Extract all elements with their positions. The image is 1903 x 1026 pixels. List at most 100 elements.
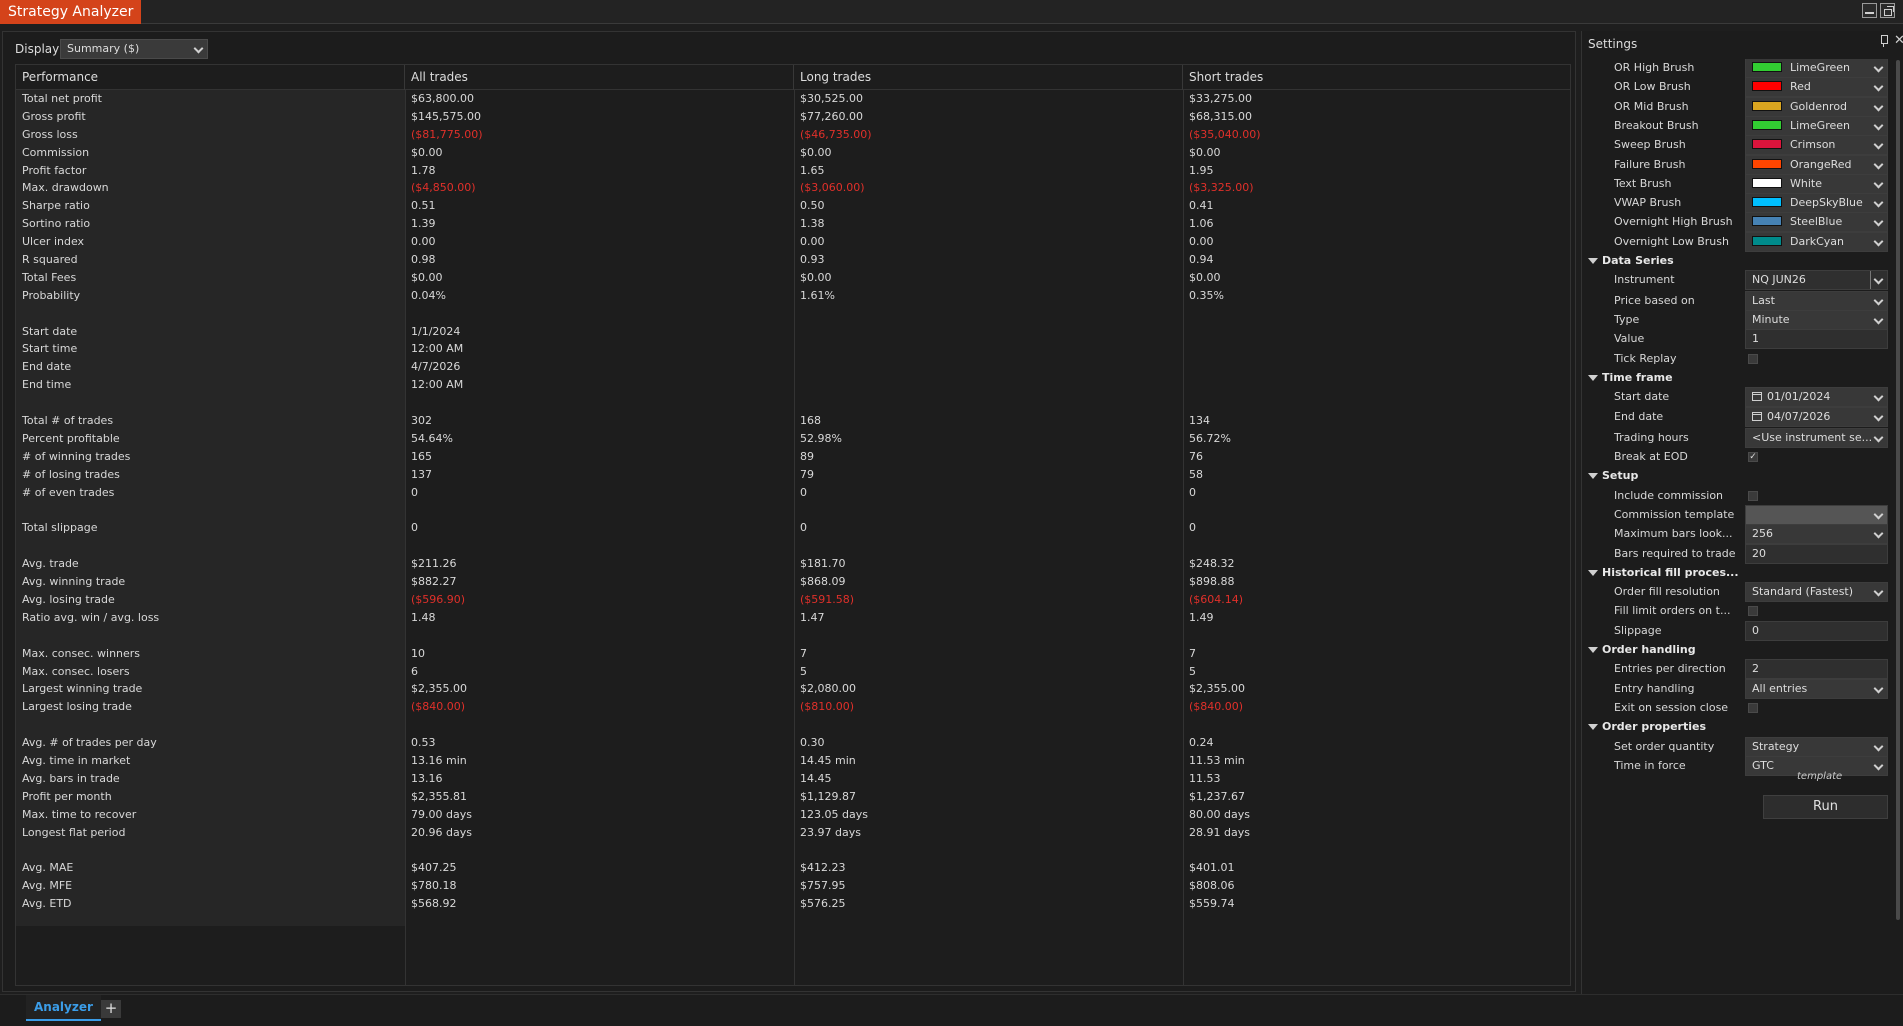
property-dropdown[interactable]: Last bbox=[1745, 290, 1888, 311]
property-checkbox[interactable] bbox=[1748, 490, 1758, 501]
date-picker[interactable]: 01/01/2024 bbox=[1745, 387, 1888, 408]
short-trades-value: 58 bbox=[1189, 467, 1203, 481]
property-dropdown[interactable]: <Use instrument se... bbox=[1745, 427, 1888, 448]
property-dropdown[interactable]: Standard (Fastest) bbox=[1745, 582, 1888, 603]
chevron-down-icon bbox=[1873, 683, 1884, 694]
collapse-triangle-icon[interactable] bbox=[1588, 724, 1598, 731]
color-dropdown[interactable]: DarkCyan bbox=[1745, 231, 1888, 252]
property-checkbox[interactable]: ✓ bbox=[1748, 452, 1758, 462]
table-row: Ulcer index 0.00 0.00 0.00 bbox=[16, 233, 1570, 251]
short-trades-value bbox=[1183, 305, 1570, 323]
color-value: SteelBlue bbox=[1790, 215, 1843, 229]
analyzer-panel: Display Summary ($) Performance All trad… bbox=[2, 31, 1576, 992]
short-trades-value: ($840.00) bbox=[1189, 700, 1244, 714]
short-trades-value: 1.06 bbox=[1189, 217, 1214, 231]
property-dropdown[interactable]: Minute bbox=[1745, 309, 1888, 330]
title-bar: Strategy Analyzer bbox=[0, 0, 1903, 24]
restore-icon[interactable] bbox=[1880, 3, 1895, 18]
all-trades-value bbox=[405, 501, 794, 519]
close-icon[interactable]: ✕ bbox=[1894, 33, 1903, 48]
collapse-triangle-icon[interactable] bbox=[1588, 647, 1598, 653]
scrollbar-thumb[interactable] bbox=[1896, 60, 1900, 920]
header-all-trades[interactable]: All trades bbox=[405, 65, 794, 90]
chevron-down-icon bbox=[1873, 411, 1884, 422]
row-label bbox=[16, 305, 405, 323]
color-dropdown[interactable]: OrangeRed bbox=[1745, 154, 1888, 175]
minimize-icon[interactable] bbox=[1862, 3, 1877, 18]
color-dropdown[interactable]: DeepSkyBlue bbox=[1745, 193, 1888, 214]
short-trades-value: $248.32 bbox=[1189, 557, 1235, 571]
grid-body: Total net profit $63,800.00 $30,525.00 $33,… bbox=[16, 90, 1570, 985]
instrument-selector[interactable]: NQ JUN26 bbox=[1745, 270, 1888, 291]
property-dropdown[interactable]: Strategy bbox=[1745, 736, 1888, 757]
collapse-triangle-icon[interactable] bbox=[1588, 569, 1598, 576]
all-trades-value: $63,800.00 bbox=[411, 92, 474, 105]
short-trades-value bbox=[1183, 537, 1570, 555]
property-input[interactable]: 2 bbox=[1745, 659, 1888, 680]
property-label: Order fill resolution bbox=[1614, 585, 1720, 599]
long-trades-value: $77,260.00 bbox=[800, 109, 863, 123]
long-trades-value: 0.50 bbox=[800, 199, 825, 213]
tab-analyzer[interactable]: Analyzer bbox=[26, 995, 101, 1021]
color-dropdown[interactable]: White bbox=[1745, 173, 1888, 194]
row-label: Avg. # of trades per day bbox=[22, 736, 157, 750]
long-trades-value bbox=[794, 716, 1183, 734]
run-button[interactable]: Run bbox=[1763, 795, 1888, 819]
property-dropdown[interactable]: 256 bbox=[1745, 524, 1888, 545]
chevron-down-icon[interactable] bbox=[1873, 274, 1884, 285]
property-checkbox[interactable] bbox=[1748, 606, 1758, 617]
grid-rows: Total net profit $63,800.00 $30,525.00 $33,… bbox=[16, 90, 1570, 913]
long-trades-value: $757.95 bbox=[800, 879, 846, 893]
long-trades-value: $0.00 bbox=[800, 145, 832, 159]
dropdown-value: Standard (Fastest) bbox=[1752, 585, 1854, 599]
table-row: Avg. trade $211.26 $181.70 $248.32 bbox=[16, 555, 1570, 573]
property-label: OR High Brush bbox=[1614, 61, 1695, 74]
display-select[interactable]: Summary ($) bbox=[60, 39, 208, 59]
row-label bbox=[16, 537, 405, 555]
template-link[interactable]: template bbox=[1797, 771, 1842, 782]
short-trades-value: 7 bbox=[1189, 646, 1196, 660]
row-label: Max. consec. winners bbox=[22, 646, 141, 660]
short-trades-value: 28.91 days bbox=[1189, 825, 1250, 839]
all-trades-value: $882.27 bbox=[411, 575, 457, 589]
collapse-triangle-icon[interactable] bbox=[1588, 374, 1598, 381]
collapse-triangle-icon[interactable] bbox=[1588, 473, 1598, 480]
color-dropdown[interactable]: Goldenrod bbox=[1745, 96, 1888, 117]
color-dropdown[interactable]: SteelBlue bbox=[1745, 212, 1888, 233]
color-dropdown[interactable]: LimeGreen bbox=[1745, 59, 1888, 78]
color-swatch bbox=[1752, 100, 1782, 111]
color-dropdown[interactable]: Red bbox=[1745, 77, 1888, 98]
property-input[interactable]: 1 bbox=[1745, 329, 1888, 350]
dropdown-value: Last bbox=[1752, 293, 1775, 307]
table-spacer-row bbox=[16, 305, 1570, 323]
long-trades-value: 123.05 days bbox=[800, 807, 868, 821]
header-short-trades[interactable]: Short trades bbox=[1183, 65, 1570, 90]
header-long-trades[interactable]: Long trades bbox=[794, 65, 1183, 90]
collapse-triangle-icon[interactable] bbox=[1588, 258, 1598, 264]
property-label: Entry handling bbox=[1614, 681, 1695, 695]
color-dropdown[interactable]: Crimson bbox=[1745, 135, 1888, 156]
long-trades-value bbox=[794, 501, 1183, 519]
header-performance[interactable]: Performance bbox=[16, 65, 405, 90]
table-row: Ratio avg. win / avg. loss 1.48 1.47 1.49 bbox=[16, 609, 1570, 627]
row-label: Total Fees bbox=[22, 270, 77, 284]
add-tab-button[interactable]: + bbox=[101, 1000, 121, 1018]
long-trades-value: 1.38 bbox=[800, 217, 825, 231]
property-dropdown[interactable]: All entries bbox=[1745, 678, 1888, 699]
pin-icon[interactable] bbox=[1880, 35, 1888, 47]
property-label: Fill limit orders on t... bbox=[1614, 604, 1731, 618]
long-trades-value: 168 bbox=[800, 414, 821, 428]
row-label: End date bbox=[22, 360, 72, 374]
property-input[interactable]: 0 bbox=[1745, 620, 1888, 641]
all-trades-value bbox=[405, 716, 794, 734]
row-label bbox=[16, 627, 405, 645]
color-value: Red bbox=[1790, 80, 1811, 94]
color-dropdown[interactable]: LimeGreen bbox=[1745, 115, 1888, 136]
date-picker[interactable]: 04/07/2026 bbox=[1745, 407, 1888, 428]
settings-scrollbar[interactable] bbox=[1895, 59, 1901, 954]
input-value: 20 bbox=[1752, 546, 1766, 560]
property-checkbox[interactable] bbox=[1748, 353, 1758, 364]
color-value: Crimson bbox=[1790, 138, 1836, 152]
property-input[interactable]: 20 bbox=[1745, 543, 1888, 564]
property-checkbox[interactable] bbox=[1748, 702, 1758, 713]
